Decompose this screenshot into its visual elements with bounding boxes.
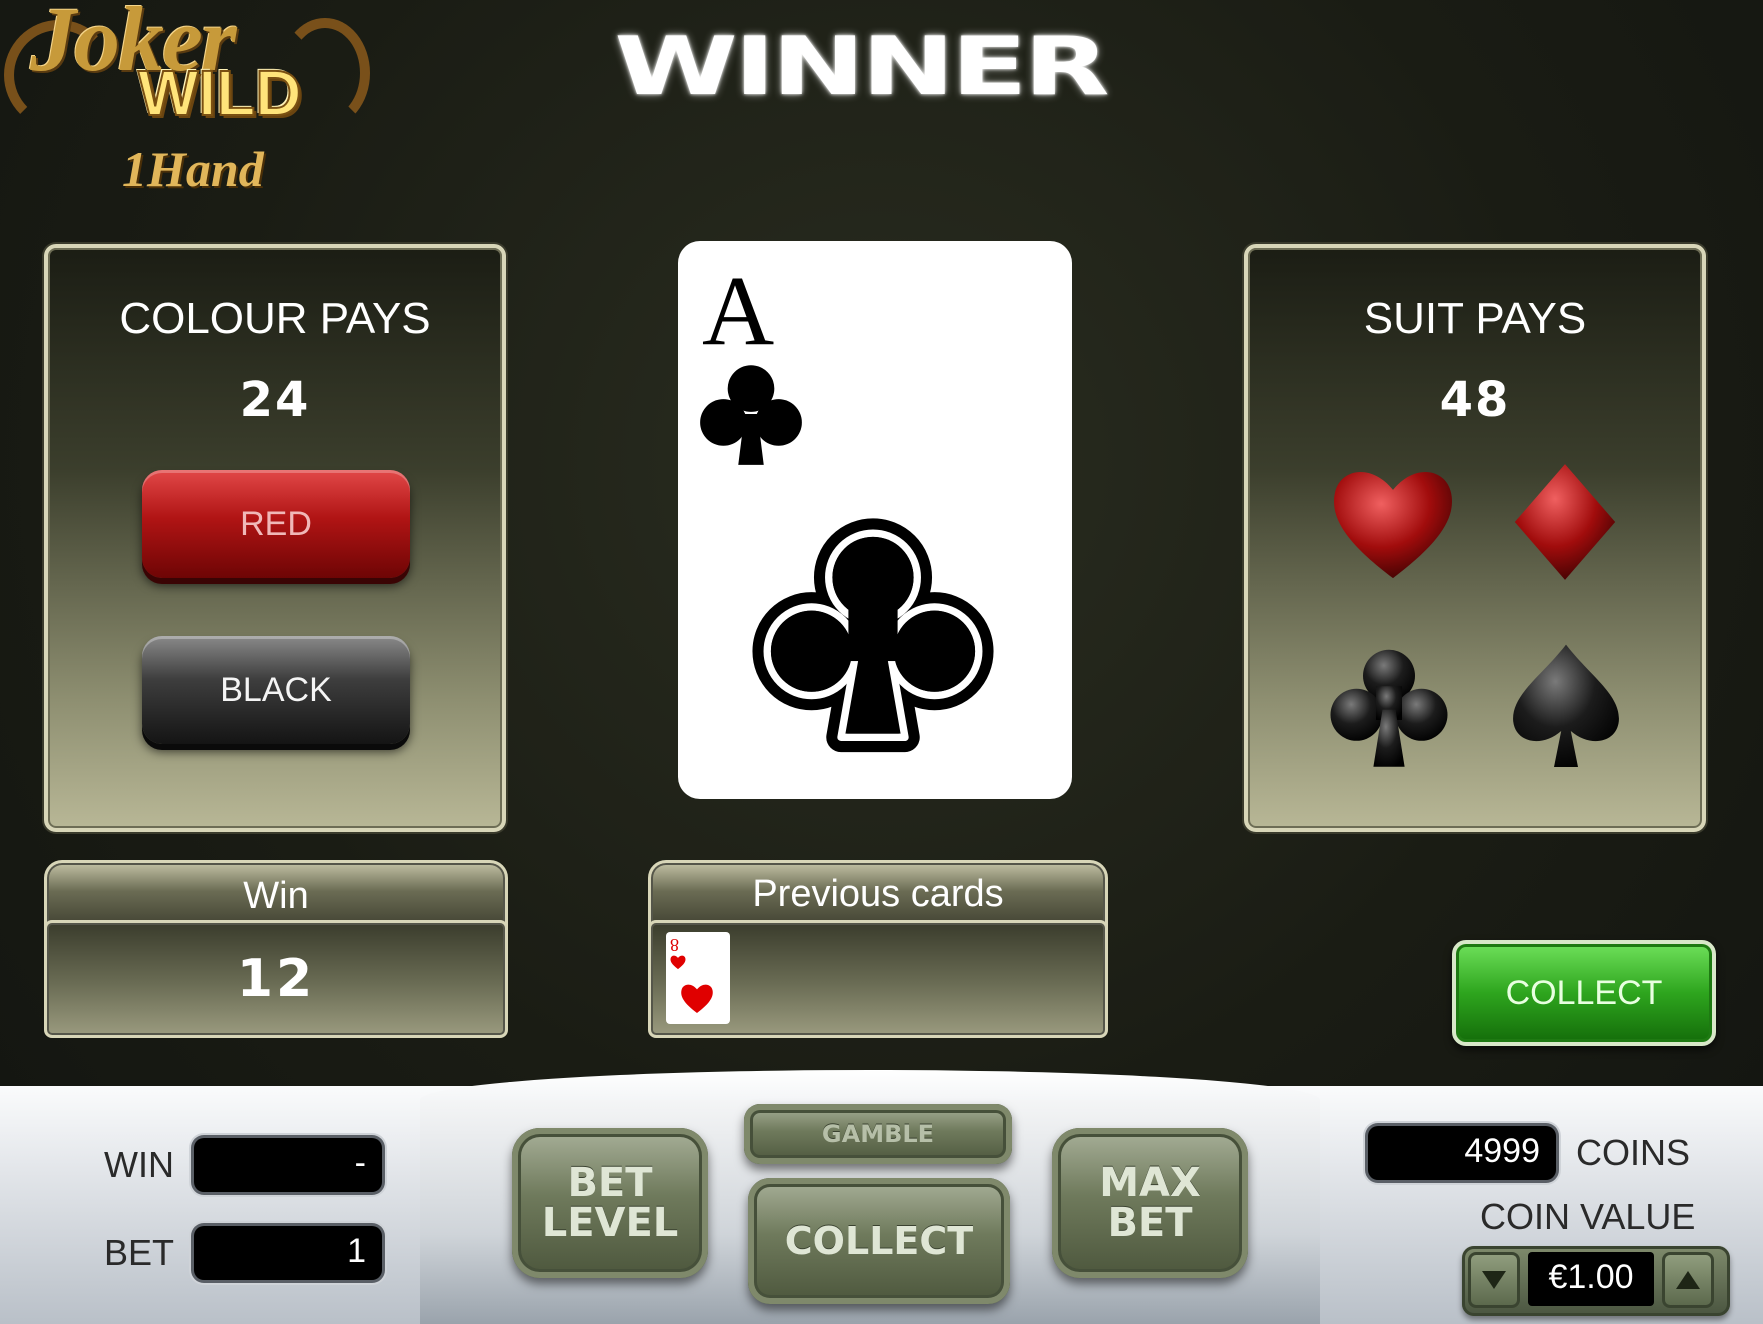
coin-value-display: €1.00 <box>1528 1252 1654 1306</box>
previous-card-rank: 8 <box>670 935 679 955</box>
card-center-club-icon <box>752 518 994 753</box>
win-box: 12 <box>44 920 508 1038</box>
logo-wild: WILD <box>137 56 302 130</box>
bet-level-button[interactable]: BET LEVEL <box>512 1128 708 1278</box>
coin-value-increase-button[interactable] <box>1662 1252 1714 1308</box>
card-rank: A <box>702 255 775 366</box>
coin-value-decrease-button[interactable] <box>1468 1252 1520 1308</box>
triangle-down-icon <box>1482 1271 1506 1289</box>
current-card: A <box>678 241 1072 799</box>
max-bet-button[interactable]: MAX BET <box>1052 1128 1248 1278</box>
game-logo: Joker WILD 1Hand <box>0 0 370 210</box>
red-button[interactable]: RED <box>142 470 410 578</box>
suit-pays-value: 48 <box>1439 372 1511 428</box>
previous-card: 8 <box>666 932 730 1024</box>
win-label: Win <box>243 875 309 917</box>
coins-label: COINS <box>1576 1132 1691 1173</box>
gamble-button[interactable]: GAMBLE <box>744 1104 1012 1164</box>
winner-banner: WINNER <box>614 20 1109 114</box>
logo-hand: 1Hand <box>122 141 264 197</box>
spade-icon[interactable] <box>1506 642 1626 772</box>
coins-display: 4999 <box>1368 1126 1556 1180</box>
triangle-up-icon <box>1676 1271 1700 1289</box>
console-bet-display: 1 <box>194 1226 382 1280</box>
diamond-icon[interactable] <box>1510 462 1620 582</box>
previous-card-heart-icon <box>681 984 713 1013</box>
coin-value-label: COIN VALUE <box>1480 1196 1696 1237</box>
previous-card-heart-small-icon <box>670 955 686 970</box>
console-win-display: - <box>194 1138 382 1192</box>
heart-icon[interactable] <box>1330 462 1456 582</box>
console-bet-label: BET <box>104 1232 175 1273</box>
club-icon[interactable] <box>1324 642 1454 772</box>
black-button[interactable]: BLACK <box>142 636 410 744</box>
collect-button-green[interactable]: COLLECT <box>1452 940 1716 1046</box>
colour-pays-value: 24 <box>239 372 311 428</box>
colour-pays-title: COLOUR PAYS <box>119 294 431 343</box>
suit-pays-title: SUIT PAYS <box>1363 294 1587 343</box>
win-value: 12 <box>236 949 316 1009</box>
collect-button[interactable]: COLLECT <box>748 1178 1010 1304</box>
console-win-label: WIN <box>104 1144 174 1185</box>
previous-cards-label: Previous cards <box>752 873 1004 915</box>
colour-pays-panel: COLOUR PAYS 24 RED BLACK <box>44 244 506 832</box>
card-corner-club-icon <box>700 365 802 465</box>
suit-pays-panel: SUIT PAYS 48 <box>1244 244 1706 832</box>
